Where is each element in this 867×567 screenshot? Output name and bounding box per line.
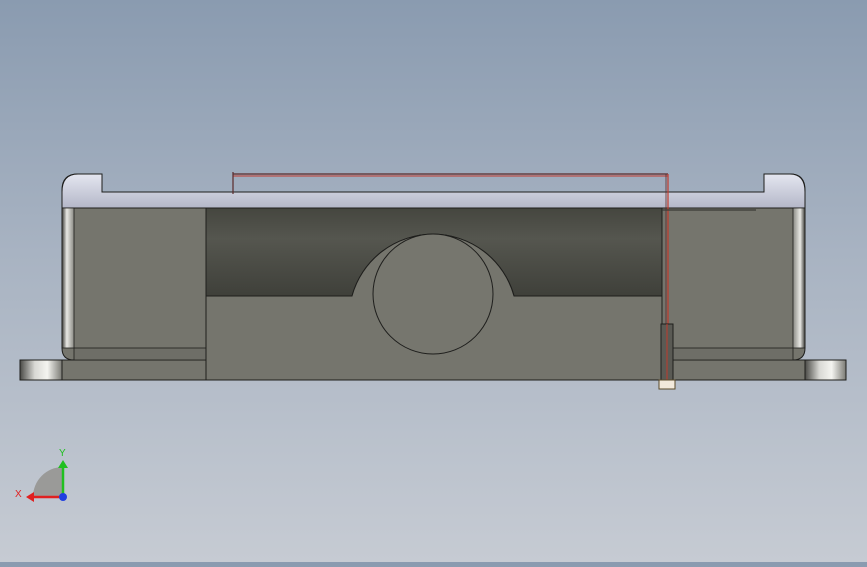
top-rim [61,173,806,209]
orientation-triad[interactable]: Y X [15,448,68,502]
cad-viewport[interactable]: Y X [0,0,867,562]
left-side-fillet [61,207,75,349]
probe-tip [658,379,676,390]
right-mount-pad [804,359,847,381]
x-axis-label: X [15,489,22,500]
y-axis-arrow [58,460,68,468]
y-axis-label: Y [59,448,66,459]
z-axis-dot [59,493,67,501]
bore-circle [372,233,494,355]
triad-plane [33,467,63,497]
left-mount-pad [19,359,63,381]
right-lower-ledge [667,347,794,361]
x-axis-arrow [26,492,34,502]
right-side-fillet [792,207,806,349]
left-lower-ledge [73,347,207,361]
part-body[interactable] [19,173,847,381]
